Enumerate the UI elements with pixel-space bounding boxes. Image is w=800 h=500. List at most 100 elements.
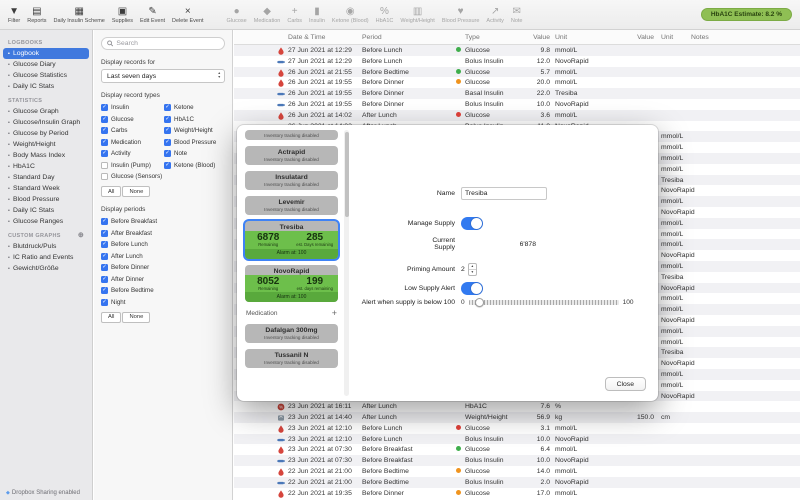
type-checkbox-glucose[interactable]: ✓ Glucose [101,115,162,123]
checkbox-icon[interactable]: ✓ [101,115,108,123]
toolbar-ketone-blood[interactable]: ◉ Ketone (Blood) [332,6,369,24]
sidebar-item-body-mass-index[interactable]: ▪ Body Mass Index [0,150,92,161]
checkbox-icon[interactable]: ✓ [101,150,108,157]
checkbox-icon[interactable]: ✓ [101,252,108,260]
search-input[interactable] [116,40,219,47]
type-checkbox-ketone[interactable]: ✓ Ketone [164,104,225,111]
type-checkbox-carbs[interactable]: ✓ Carbs [101,127,162,134]
date-range-select[interactable]: Last seven days ▲ ▼ [101,69,225,83]
table-row[interactable]: 23 Jun 2021 at 07:30 Before Breakfast Bolu… [234,455,800,467]
sidebar-item-daily-ic-stats[interactable]: ▪ Daily IC Stats [0,205,92,216]
toolbar-daily-insulin-scheme[interactable]: ▦ Daily Insulin Scheme [54,6,105,24]
checkbox-icon[interactable]: ✓ [101,287,108,294]
table-row[interactable]: 23 Jun 2021 at 07:30 Before Breakfast Gluc… [234,444,800,455]
sidebar-item-blood-pressure[interactable]: ▪ Blood Pressure [0,194,92,205]
checkbox-icon[interactable]: ✓ [101,241,108,248]
table-row[interactable]: 22 Jun 2021 at 21:00 Before Bedtime Glucos… [234,466,800,477]
checkbox-icon[interactable] [101,161,108,169]
sidebar-item-glucose-diary[interactable]: ▪ Glucose Diary [0,59,92,70]
type-checkbox-medication[interactable]: ✓ Medication [101,138,162,146]
type-checkbox-insulin[interactable]: ✓ Insulin [101,104,162,111]
checkbox-icon[interactable] [101,173,108,180]
period-checkbox-before-breakfast[interactable]: ✓ Before Breakfast [101,218,225,225]
checkbox-icon[interactable]: ✓ [101,218,108,225]
toolbar-delete-event[interactable]: × Delete Event [172,6,204,24]
checkbox-icon[interactable]: ✓ [101,127,108,134]
sidebar-item-standard-day[interactable]: ▪ Standard Day [0,172,92,183]
sidebar-item-glucose-ranges[interactable]: ▪ Glucose Ranges [0,216,92,227]
add-medication-icon[interactable]: + [332,309,337,318]
toolbar-hba1c[interactable]: % HbA1C [376,6,394,24]
sidebar-item-blutdruck-puls[interactable]: ▪ Blutdruck/Puls [0,241,92,252]
scrollbar-thumb[interactable] [344,132,349,217]
type-checkbox-hba1c[interactable]: ✓ HbA1C [164,115,225,123]
table-row[interactable]: 22 Jun 2021 at 19:35 Before Dinner Glucose… [234,488,800,499]
table-row[interactable]: 26 Jun 2021 at 19:55 Before Dinner Bolus I… [234,99,800,110]
search-field[interactable] [101,37,225,50]
checkbox-icon[interactable]: ✓ [101,275,108,283]
checkbox-icon[interactable]: ✓ [164,127,171,134]
supply-list-scrollbar[interactable] [344,130,349,396]
table-row[interactable]: 22 Jun 2021 at 21:00 Before Bedtime Bolus … [234,476,800,488]
low-supply-alert-toggle[interactable] [461,282,483,295]
sidebar-item-weight-height[interactable]: ▪ Weight/Height [0,139,92,150]
checkbox-icon[interactable]: ✓ [101,138,108,146]
type-checkbox-note[interactable]: ✓ Note [164,150,225,157]
checkbox-icon[interactable]: ✓ [164,138,171,146]
checkbox-icon[interactable]: ✓ [164,104,171,111]
table-row[interactable]: 26 Jun 2021 at 21:55 Before Bedtime Glucos… [234,66,800,78]
toolbar-activity[interactable]: ↗ Activity [486,6,503,24]
toolbar-reports[interactable]: ▤ Reports [27,6,46,24]
type-checkbox-ketone-blood[interactable]: ✓ Ketone (Blood) [164,161,225,169]
type-checkbox-blood-pressure[interactable]: ✓ Blood Pressure [164,138,225,146]
checkbox-icon[interactable]: ✓ [164,115,171,123]
priming-stepper[interactable]: ▲ ▼ [467,263,477,276]
supply-item-tresiba[interactable]: Tresiba 6878 Remaining 285 est. Days remai… [245,221,338,259]
checkbox-icon[interactable]: ✓ [101,264,108,271]
table-row[interactable]: 27 Jun 2021 at 12:29 Before Lunch Bolus In… [234,56,800,67]
table-row[interactable]: % 23 Jun 2021 at 16:11 After Lunch HbA1C 7.6… [234,401,800,412]
sidebar-item-standard-week[interactable]: ▪ Standard Week [0,183,92,194]
period-checkbox-before-lunch[interactable]: ✓ Before Lunch [101,241,225,248]
supply-item-levemir[interactable]: Levemir Inventory tracking disabled [245,196,338,215]
add-graph-icon[interactable]: ⊕ [78,232,84,239]
toolbar-glucose[interactable]: ● Glucose [227,6,247,24]
types-all-button[interactable]: All [101,186,122,197]
alert-threshold-slider[interactable] [468,297,619,307]
period-checkbox-before-bedtime[interactable]: ✓ Before Bedtime [101,287,225,294]
sidebar-item-hba1c[interactable]: ▪ HbA1C [0,161,92,172]
supply-item-insulatard[interactable]: Insulatard Inventory tracking disabled [245,171,338,190]
toolbar-filter[interactable]: ▼ Filter [8,6,20,24]
types-none-button[interactable]: None [122,186,151,197]
toolbar-blood-pressure[interactable]: ♥ Blood Pressure [442,6,480,24]
sidebar-item-glucose-insulin-graph[interactable]: ▪ Glucose/Insulin Graph [0,117,92,128]
table-row[interactable]: 23 Jun 2021 at 14:40 After Lunch Weight/He… [234,412,800,423]
toolbar-note[interactable]: ✉ Note [511,6,523,24]
sidebar-item-glucose-statistics[interactable]: ▪ Glucose Statistics [0,70,92,81]
close-button[interactable]: Close [604,377,646,391]
checkbox-icon[interactable]: ✓ [101,229,108,237]
slider-thumb[interactable] [474,297,484,307]
periods-all-button[interactable]: All [101,311,122,323]
toolbar-edit-event[interactable]: ✎ Edit Event [140,6,165,24]
period-checkbox-after-dinner[interactable]: ✓ After Dinner [101,275,225,283]
sidebar-item-glucose-graph[interactable]: ▪ Glucose Graph [0,106,92,117]
current-supply-value[interactable]: 6'878 [461,241,536,248]
type-checkbox-glucose-sensors[interactable]: Glucose (Sensors) [101,173,162,180]
toolbar-weight-height[interactable]: ▥ Weight/Height [400,6,434,24]
supply-item-partial[interactable]: Inventory tracking disabled [245,130,338,140]
periods-none-button[interactable]: None [122,311,151,323]
checkbox-icon[interactable]: ✓ [164,150,171,157]
period-checkbox-night[interactable]: ✓ Night [101,298,225,306]
period-checkbox-before-dinner[interactable]: ✓ Before Dinner [101,264,225,271]
sidebar-item-glucose-by-period[interactable]: ▪ Glucose by Period [0,128,92,139]
type-checkbox-insulin-pump[interactable]: Insulin (Pump) [101,161,162,169]
sidebar-item-logbook[interactable]: ▪ Logbook [3,48,89,59]
toolbar-insulin[interactable]: ▮ Insulin [309,6,325,24]
table-row[interactable]: 23 Jun 2021 at 12:10 Before Lunch Glucose 3… [234,423,800,434]
manage-supply-toggle[interactable] [461,217,483,230]
table-row[interactable]: 26 Jun 2021 at 19:55 Before Dinner Glucose… [234,77,800,88]
period-checkbox-after-lunch[interactable]: ✓ After Lunch [101,252,225,260]
supply-item-tussanil-n[interactable]: Tussanil N Inventory tracking disabled [245,349,338,369]
table-row[interactable]: 23 Jun 2021 at 12:10 Before Lunch Bolus In… [234,433,800,445]
